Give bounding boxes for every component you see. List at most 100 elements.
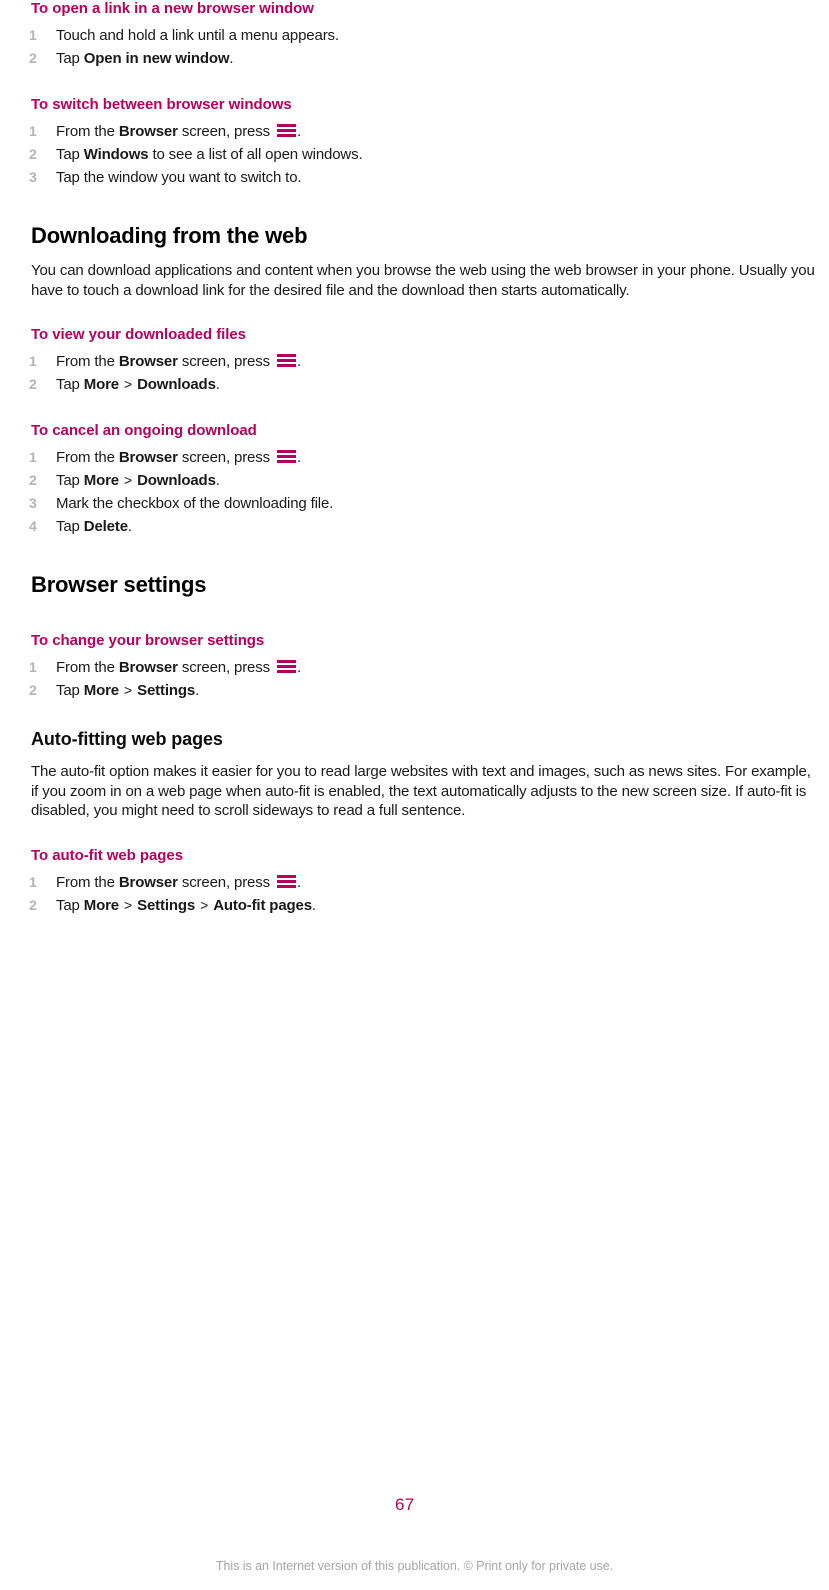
steps-open-link-new-window: Touch and hold a link until a menu appea…	[29, 24, 821, 70]
step-text-tail: .	[296, 353, 301, 370]
step-bold-term: More	[83, 472, 120, 489]
step-text-mid: screen, press	[177, 123, 274, 140]
task-heading-open-link-new-window: To open a link in a new browser window	[31, 0, 314, 17]
step-item: From the Browser screen, press .	[29, 871, 821, 894]
step-text: Tap	[56, 896, 84, 914]
task-heading-view-downloaded-files: To view your downloaded files	[31, 326, 246, 343]
step-text-tail: .	[195, 682, 200, 699]
chevron-separator: >	[124, 682, 133, 698]
menu-icon	[276, 874, 296, 889]
step-bold-term: Browser	[118, 353, 178, 370]
manual-page: To open a link in a new browser window T…	[0, 0, 829, 1590]
chevron-separator-2: >	[200, 896, 209, 913]
chevron-separator: >	[124, 376, 133, 392]
step-text: Tap the window you want to switch to.	[56, 169, 302, 186]
step-item: Tap the window you want to switch to.	[29, 166, 821, 189]
step-bold-term-3: Auto-fit pages	[213, 896, 312, 914]
step-text: Tap	[56, 518, 84, 535]
step-text: Tap	[56, 472, 84, 489]
section-title-auto-fitting-web-pages: Auto-fitting web pages	[31, 729, 223, 749]
page-number: 67	[395, 1495, 415, 1514]
step-item: Tap More > Downloads.	[29, 373, 821, 396]
menu-icon	[276, 354, 296, 368]
step-item: Tap Delete.	[29, 515, 821, 538]
step-item: Tap More > Settings.	[29, 679, 821, 702]
step-text: From the	[56, 873, 119, 891]
step-text: From the	[56, 659, 119, 676]
menu-icon	[276, 660, 296, 674]
step-text-tail: .	[215, 472, 220, 489]
section-title-downloading-from-the-web: Downloading from the web	[31, 223, 308, 248]
step-bold-term-2: Downloads	[137, 376, 216, 393]
menu-icon	[276, 124, 296, 138]
step-item: Tap Open in new window.	[29, 47, 821, 70]
step-item: From the Browser screen, press .	[29, 120, 821, 143]
section-title-browser-settings: Browser settings	[31, 572, 207, 597]
step-text: From the	[56, 123, 119, 140]
footer-copyright-note: This is an Internet version of this publ…	[215, 1559, 614, 1573]
step-bold-term: Open in new window	[83, 50, 230, 67]
step-item: From the Browser screen, press .	[29, 656, 821, 679]
step-text-tail: to see a list of all open windows.	[148, 146, 363, 163]
step-item: Touch and hold a link until a menu appea…	[29, 24, 821, 47]
step-text: Tap	[56, 376, 84, 393]
step-text-mid: screen, press	[177, 449, 274, 466]
step-text-tail: .	[215, 376, 220, 393]
chevron-separator: >	[124, 472, 133, 488]
task-heading-switch-windows: To switch between browser windows	[31, 96, 292, 113]
step-text-tail: .	[311, 896, 316, 914]
step-bold-term-2: Settings	[137, 896, 196, 914]
step-text-tail: .	[296, 873, 301, 891]
step-bold-term: Delete	[83, 518, 128, 535]
task-heading-cancel-ongoing-download: To cancel an ongoing download	[31, 422, 257, 439]
steps-switch-windows: From the Browser screen, press . Tap Win…	[29, 120, 821, 189]
steps-auto-fit-web-pages: From the Browser screen, press . Tap Mor…	[29, 871, 821, 917]
step-text: Tap	[56, 146, 84, 163]
step-item: Mark the checkbox of the downloading fil…	[29, 492, 821, 515]
page-content: To open a link in a new browser window T…	[29, 0, 821, 917]
step-item: Tap More > Downloads.	[29, 469, 821, 492]
step-bold-term: Browser	[118, 123, 178, 140]
section-intro-auto-fitting: The auto-fit option makes it easier for …	[31, 763, 811, 819]
step-bold-term-2: Downloads	[137, 472, 216, 489]
task-heading-change-browser-settings: To change your browser settings	[31, 632, 265, 649]
step-item: From the Browser screen, press .	[29, 446, 821, 469]
step-bold-term: Browser	[118, 449, 178, 466]
steps-change-browser-settings: From the Browser screen, press . Tap Mor…	[29, 656, 821, 702]
step-bold-term: More	[83, 682, 120, 699]
step-item: Tap Windows to see a list of all open wi…	[29, 143, 821, 166]
step-text: Touch and hold a link until a menu appea…	[56, 27, 339, 44]
menu-icon	[276, 450, 296, 464]
step-text: Tap	[56, 682, 84, 699]
section-intro-downloading: You can download applications and conten…	[31, 262, 815, 299]
step-bold-term: More	[83, 896, 120, 914]
steps-cancel-ongoing-download: From the Browser screen, press . Tap Mor…	[29, 446, 821, 538]
task-heading-auto-fit-web-pages: To auto-fit web pages	[31, 846, 184, 864]
step-text-tail: .	[127, 518, 132, 535]
step-text-tail: .	[229, 50, 234, 67]
step-bold-term: Windows	[83, 146, 149, 163]
chevron-separator: >	[124, 896, 133, 913]
step-text-tail: .	[296, 449, 301, 466]
step-text: Tap	[56, 50, 84, 67]
step-text-mid: screen, press	[177, 353, 274, 370]
step-text: Mark the checkbox of the downloading fil…	[56, 495, 334, 512]
step-text: From the	[56, 353, 119, 370]
step-text-tail: .	[296, 659, 301, 676]
step-bold-term: Browser	[118, 873, 178, 891]
step-bold-term: Browser	[118, 659, 178, 676]
step-text-mid: screen, press	[177, 659, 274, 676]
step-bold-term: More	[83, 376, 120, 393]
step-text-tail: .	[296, 123, 301, 140]
steps-view-downloaded-files: From the Browser screen, press . Tap Mor…	[29, 350, 821, 396]
